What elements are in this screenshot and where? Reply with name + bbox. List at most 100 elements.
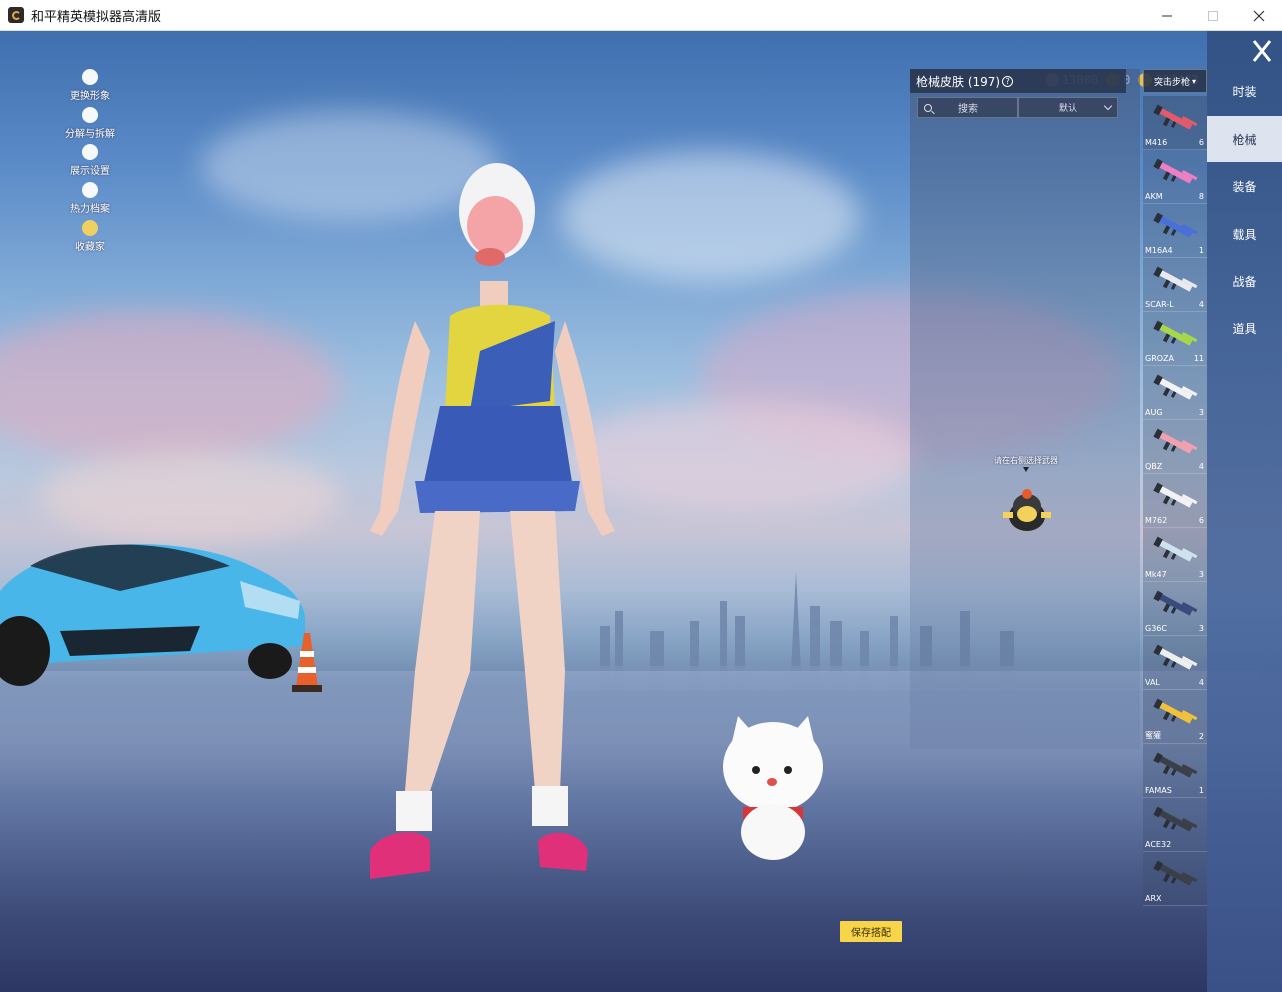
tab-vehicles[interactable]: 载具 [1207,211,1282,257]
weapon-item[interactable]: SCAR-L 4 [1143,258,1207,312]
collector-button[interactable]: 收藏家 [60,220,120,253]
weapon-name: M16A4 [1145,246,1173,255]
weapon-item[interactable]: 蜜獾 2 [1143,690,1207,744]
sort-label: 默认 [1058,104,1077,114]
window-title: 和平精英模拟器高清版 [31,9,162,25]
chick-mascot-icon [1003,489,1051,531]
weapon-skin-count: 3 [1198,570,1204,579]
hint-arrow-icon [1023,467,1029,472]
rifle-icon [1153,104,1198,130]
weapon-skin-count: 4 [1198,678,1204,687]
dismantle-button[interactable]: 分解与拆解 [60,107,120,140]
sports-car [0,544,305,686]
heat-profile-button[interactable]: 热力档案 [60,182,120,215]
rifle-icon [1153,698,1198,724]
maximize-icon [1208,10,1218,21]
tab-equipment[interactable]: 装备 [1207,163,1282,209]
display-settings-button[interactable]: 展示设置 [60,144,120,177]
weapon-item[interactable]: AKM 8 [1143,150,1207,204]
skin-panel-header: 枪械皮肤 (197) ? [910,69,1126,93]
weapon-item[interactable]: QBZ 4 [1143,420,1207,474]
weapon-skin-count: 3 [1198,408,1204,417]
weapon-name: SCAR-L [1145,300,1174,309]
weapon-item[interactable]: ACE32 [1143,798,1207,852]
puzzle-icon [82,107,98,123]
weapon-name: 蜜獾 [1145,731,1161,740]
weapon-list: M416 6 AKM 8 M16A4 1 SCAR-L 4 GROZA 11 AUG 3 QBZ 4 M76… [1143,96,1207,906]
question-icon[interactable]: ? [1002,75,1014,87]
dismantle-label: 分解与拆解 [65,129,115,140]
player-character [370,163,615,879]
tab-weapons[interactable]: 枪械 [1207,116,1282,162]
minimize-icon [1162,15,1172,16]
rifle-icon [1153,266,1198,292]
weapon-item[interactable]: M16A4 1 [1143,204,1207,258]
heat-profile-label: 热力档案 [70,204,110,215]
collector-icon [82,220,98,236]
collector-label: 收藏家 [75,242,105,253]
skin-search-field[interactable]: 搜索 [917,97,1018,118]
change-avatar-button[interactable]: 更换形象 [60,69,120,102]
weapon-skin-count: 8 [1198,192,1204,201]
app-window: 和平精英模拟器高清版 更换形象 分解与拆解 展示设置 热力档案 收藏家 枪械皮肤… [0,0,1282,992]
rifle-icon [1153,536,1198,562]
weapon-name: G36C [1145,624,1167,633]
title-bar: 和平精英模拟器高清版 [0,0,1282,31]
weapon-name: ACE32 [1145,840,1172,849]
weapon-skin-count: 1 [1198,246,1204,255]
select-weapon-hint: 请在右侧选择武器 [994,456,1058,465]
weapon-skin-count: 2 [1198,732,1204,741]
rifle-icon [1153,644,1198,670]
weapon-skin-count: 4 [1198,462,1204,471]
traffic-cone [292,633,322,692]
change-avatar-label: 更换形象 [70,91,110,102]
weapon-item[interactable]: M762 6 [1143,474,1207,528]
eye-icon [82,144,98,160]
rifle-icon [1153,212,1198,238]
close-icon [1253,10,1265,21]
weapon-skin-count: 11 [1193,354,1204,363]
close-button[interactable] [1236,0,1282,31]
rifle-icon [1153,752,1198,778]
rifle-icon [1153,320,1198,346]
save-outfit-button[interactable]: 保存搭配 [840,921,902,942]
weapon-skin-count: 6 [1198,138,1204,147]
fire-icon [82,182,98,198]
weapon-item[interactable]: AUG 3 [1143,366,1207,420]
weapon-name: Mk47 [1145,570,1167,579]
minimize-button[interactable] [1144,0,1190,31]
skin-panel-title: 枪械皮肤 (197) [916,74,1001,89]
weapon-name: M762 [1145,516,1168,525]
search-label: 搜索 [958,104,978,115]
weapon-item[interactable]: G36C 3 [1143,582,1207,636]
weapon-name: VAL [1145,678,1160,687]
tab-battle-gear[interactable]: 战备 [1207,258,1282,304]
weapon-item[interactable]: GROZA 11 [1143,312,1207,366]
maximize-button[interactable] [1190,0,1236,31]
rifle-icon [1153,482,1198,508]
chevron-down-icon: ▾ [1192,76,1197,86]
weapon-skin-count: 6 [1198,516,1204,525]
weapon-item[interactable]: Mk47 3 [1143,528,1207,582]
tab-items[interactable]: 道具 [1207,305,1282,351]
weapon-name: AUG [1145,408,1163,417]
sort-dropdown[interactable]: 默认 [1018,97,1118,118]
weapon-item[interactable]: FAMAS 1 [1143,744,1207,798]
weapon-category-dropdown[interactable]: 突击步枪 ▾ [1143,69,1207,93]
tab-fashion[interactable]: 时装 [1207,68,1282,114]
weapon-skin-panel [910,69,1140,749]
weapon-item[interactable]: M416 6 [1143,96,1207,150]
weapon-skin-count: 4 [1198,300,1204,309]
weapon-name: AKM [1145,192,1163,201]
cat-pet [723,716,823,860]
weapon-item[interactable]: VAL 4 [1143,636,1207,690]
weapon-name: FAMAS [1145,786,1172,795]
rifle-icon [1153,860,1198,886]
weapon-name: M416 [1145,138,1168,147]
weapon-skin-count: 1 [1198,786,1204,795]
weapon-skin-count: 3 [1198,624,1204,633]
app-logo-icon [8,7,24,23]
weapon-name: QBZ [1145,462,1163,471]
weapon-item[interactable]: ARX [1143,852,1207,906]
close-panel-button[interactable] [1245,38,1277,64]
